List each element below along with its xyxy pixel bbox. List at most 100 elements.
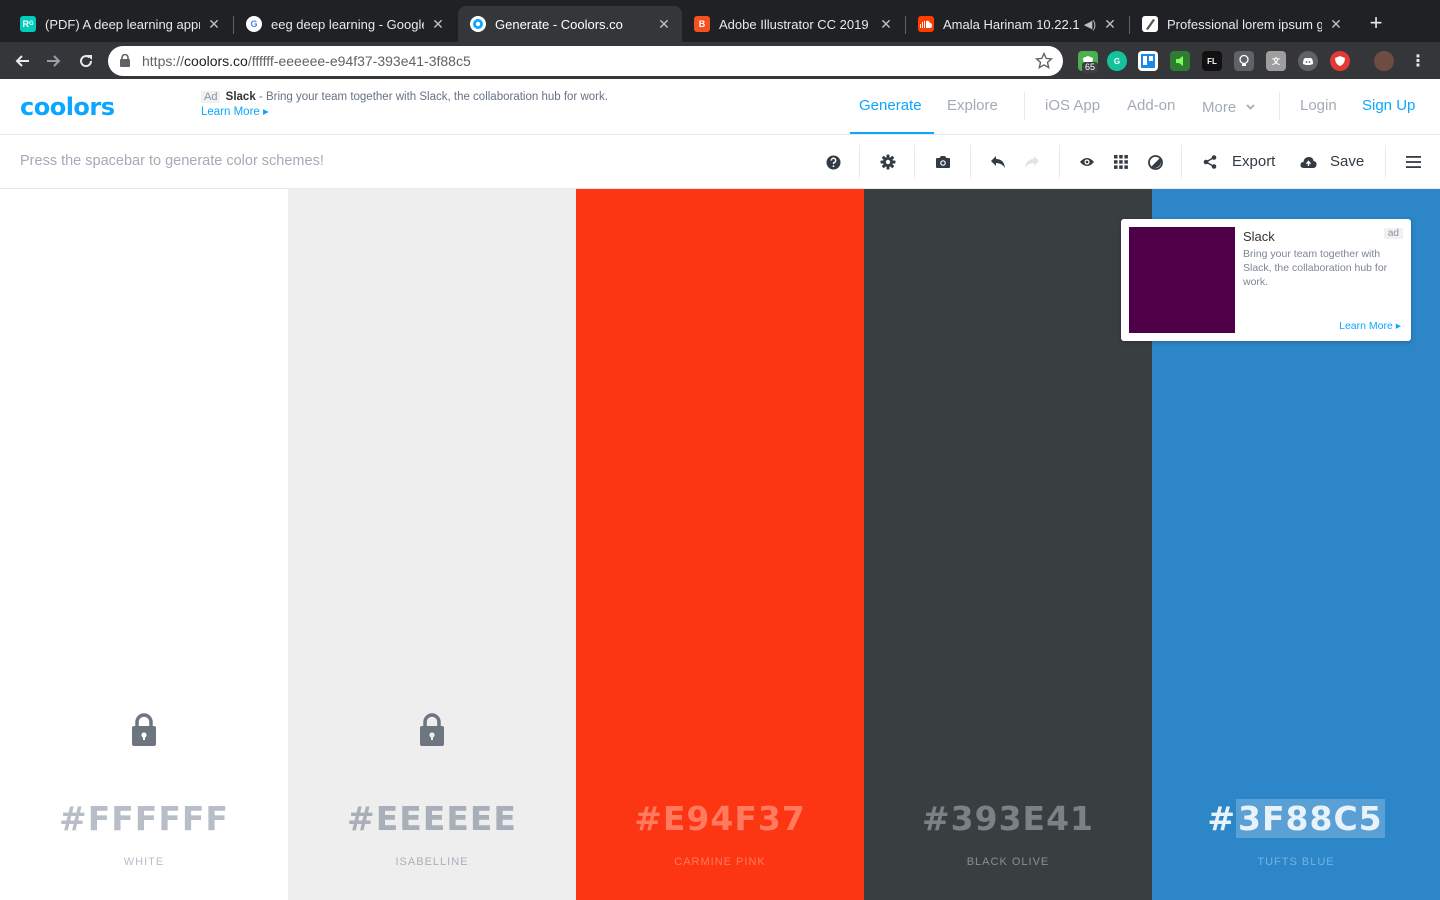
fl-extension-icon[interactable]: FL	[1202, 51, 1222, 71]
speaker-icon[interactable]: ◀)	[1084, 18, 1096, 31]
browser-tab[interactable]: B Adobe Illustrator CC 2019 L ✕	[682, 6, 904, 42]
user-avatar[interactable]	[1374, 51, 1394, 71]
camera-icon[interactable]	[933, 152, 953, 172]
tab-close-icon[interactable]: ✕	[1328, 16, 1344, 33]
color-name: BLACK OLIVE	[966, 856, 1050, 868]
nav-more-label: More	[1202, 99, 1237, 116]
share-icon[interactable]	[1200, 152, 1220, 172]
browser-tab[interactable]: Rᴳ (PDF) A deep learning appro ✕	[8, 6, 232, 42]
tab-title: Professional lorem ipsum ge	[1167, 16, 1322, 32]
eye-icon[interactable]	[1077, 152, 1097, 172]
browser-tab-bar: Rᴳ (PDF) A deep learning appro ✕ G eeg d…	[0, 0, 1440, 42]
browser-tab[interactable]: G eeg deep learning - Google ✕	[234, 6, 456, 42]
hex-code[interactable]: #E94F37	[576, 799, 864, 838]
nav-divider	[1024, 92, 1025, 120]
color-swatch-carmine-pink[interactable]: #E94F37 CARMINE PINK	[576, 189, 864, 900]
redo-icon[interactable]	[1022, 152, 1042, 172]
generator-toolbar: Press the spacebar to generate color sch…	[0, 135, 1440, 189]
nav-divider	[1279, 92, 1280, 120]
chrome-menu-icon[interactable]: ⋮	[1408, 51, 1428, 71]
help-icon[interactable]	[823, 152, 843, 172]
coolors-logo[interactable]: coolors	[20, 93, 115, 121]
forward-arrow-icon[interactable]	[42, 49, 66, 73]
settings-gear-icon[interactable]	[878, 152, 898, 172]
back-arrow-icon[interactable]	[10, 49, 34, 73]
discord-extension-icon[interactable]	[1298, 51, 1318, 71]
site-header: coolors Ad Slack - Bring your team toget…	[0, 79, 1440, 135]
lock-icon	[120, 53, 130, 72]
researchgate-favicon-icon: Rᴳ	[20, 16, 36, 32]
active-nav-indicator	[850, 132, 934, 134]
hex-code[interactable]: #FFFFFF	[0, 799, 288, 838]
login-link[interactable]: Login	[1300, 97, 1337, 114]
coolors-favicon-icon	[470, 16, 486, 32]
ad-card-description: Bring your team together with Slack, the…	[1243, 248, 1388, 288]
url-text[interactable]: https://coolors.co/ffffff-eeeeee-e94f37-…	[142, 53, 471, 69]
tab-title: (PDF) A deep learning appro	[45, 16, 200, 32]
reload-icon[interactable]	[74, 49, 98, 73]
color-swatch-isabelline[interactable]: #EEEEEE ISABELLINE	[288, 189, 576, 900]
tab-title: Amala Harinam 10.22.17	[943, 16, 1080, 32]
address-bar[interactable]: https://coolors.co/ffffff-eeeeee-e94f37-…	[108, 46, 1063, 76]
tab-close-icon[interactable]: ✕	[656, 16, 672, 33]
ad-card-title: Slack	[1243, 229, 1275, 244]
tab-title: eeg deep learning - Google	[271, 16, 424, 32]
ad-image[interactable]	[1129, 227, 1235, 333]
toolbar-divider	[1385, 145, 1386, 179]
selected-hex-text[interactable]: 3F88C5	[1236, 799, 1385, 838]
undo-icon[interactable]	[988, 152, 1008, 172]
google-favicon-icon: G	[246, 16, 262, 32]
soundcloud-favicon-icon	[918, 16, 934, 32]
save-button[interactable]: Save	[1330, 153, 1364, 170]
lock-icon[interactable]	[131, 713, 157, 747]
export-button[interactable]: Export	[1232, 153, 1275, 170]
tab-title: Generate - Coolors.co	[495, 16, 623, 32]
hex-code[interactable]: #EEEEEE	[288, 799, 576, 838]
lock-icon[interactable]	[419, 713, 445, 747]
nav-ios-app[interactable]: iOS App	[1045, 97, 1100, 114]
lightbulb-extension-icon[interactable]	[1234, 51, 1254, 71]
nav-explore[interactable]: Explore	[947, 97, 998, 114]
tab-close-icon[interactable]: ✕	[1102, 16, 1118, 33]
sponsored-ad-card[interactable]: Slack ad Bring your team together with S…	[1121, 219, 1411, 341]
color-swatch-white[interactable]: #FFFFFF WHITE	[0, 189, 288, 900]
tab-close-icon[interactable]: ✕	[206, 16, 222, 33]
new-tab-button[interactable]: +	[1364, 12, 1388, 36]
bookmark-star-icon[interactable]	[1034, 51, 1054, 75]
spacebar-hint: Press the spacebar to generate color sch…	[20, 153, 324, 169]
translate-extension-icon[interactable]: 文	[1266, 51, 1286, 71]
color-name: TUFTS BLUE	[1257, 856, 1335, 868]
nav-add-on[interactable]: Add-on	[1127, 97, 1175, 114]
speaker-extension-icon[interactable]	[1170, 51, 1190, 71]
header-ad[interactable]: Ad Slack - Bring your team together with…	[201, 91, 608, 118]
browser-tab[interactable]: Amala Harinam 10.22.17 ◀) ✕	[906, 6, 1128, 42]
trello-extension-icon[interactable]	[1138, 51, 1158, 71]
hex-code[interactable]: #3F88C5	[1152, 799, 1440, 838]
toolbar-divider	[914, 145, 915, 179]
color-swatch-black-olive[interactable]: #393E41 BLACK OLIVE	[864, 189, 1152, 900]
color-name: CARMINE PINK	[674, 856, 766, 868]
ad-learn-more-link[interactable]: Learn More ▸	[201, 104, 608, 118]
nav-more[interactable]: More	[1202, 97, 1255, 116]
hamburger-menu-icon[interactable]	[1403, 152, 1423, 172]
extension-badge: 65	[1082, 62, 1099, 73]
browser-tab[interactable]: Professional lorem ipsum ge ✕	[1130, 6, 1354, 42]
hex-code[interactable]: #393E41	[864, 799, 1152, 838]
toolbar-divider	[859, 145, 860, 179]
adblock-extension-icon[interactable]	[1330, 51, 1350, 71]
ad-card-learn-more-link[interactable]: Learn More ▸	[1339, 320, 1401, 332]
nav-generate[interactable]: Generate	[859, 97, 922, 114]
color-name: WHITE	[123, 856, 165, 868]
sign-up-link[interactable]: Sign Up	[1362, 97, 1415, 114]
tab-close-icon[interactable]: ✕	[878, 16, 894, 33]
contrast-icon[interactable]	[1145, 152, 1165, 172]
grid-view-icon[interactable]	[1111, 152, 1131, 172]
ad-card-tag: ad	[1383, 228, 1403, 239]
browser-toolbar: https://coolors.co/ffffff-eeeeee-e94f37-…	[0, 42, 1440, 79]
blogger-favicon-icon: B	[694, 16, 710, 32]
color-name: ISABELLINE	[395, 856, 469, 868]
tab-close-icon[interactable]: ✕	[430, 16, 446, 33]
grammarly-icon[interactable]: G	[1107, 51, 1127, 71]
cloud-upload-icon[interactable]	[1298, 152, 1318, 172]
browser-tab-active[interactable]: Generate - Coolors.co ✕	[458, 6, 682, 42]
